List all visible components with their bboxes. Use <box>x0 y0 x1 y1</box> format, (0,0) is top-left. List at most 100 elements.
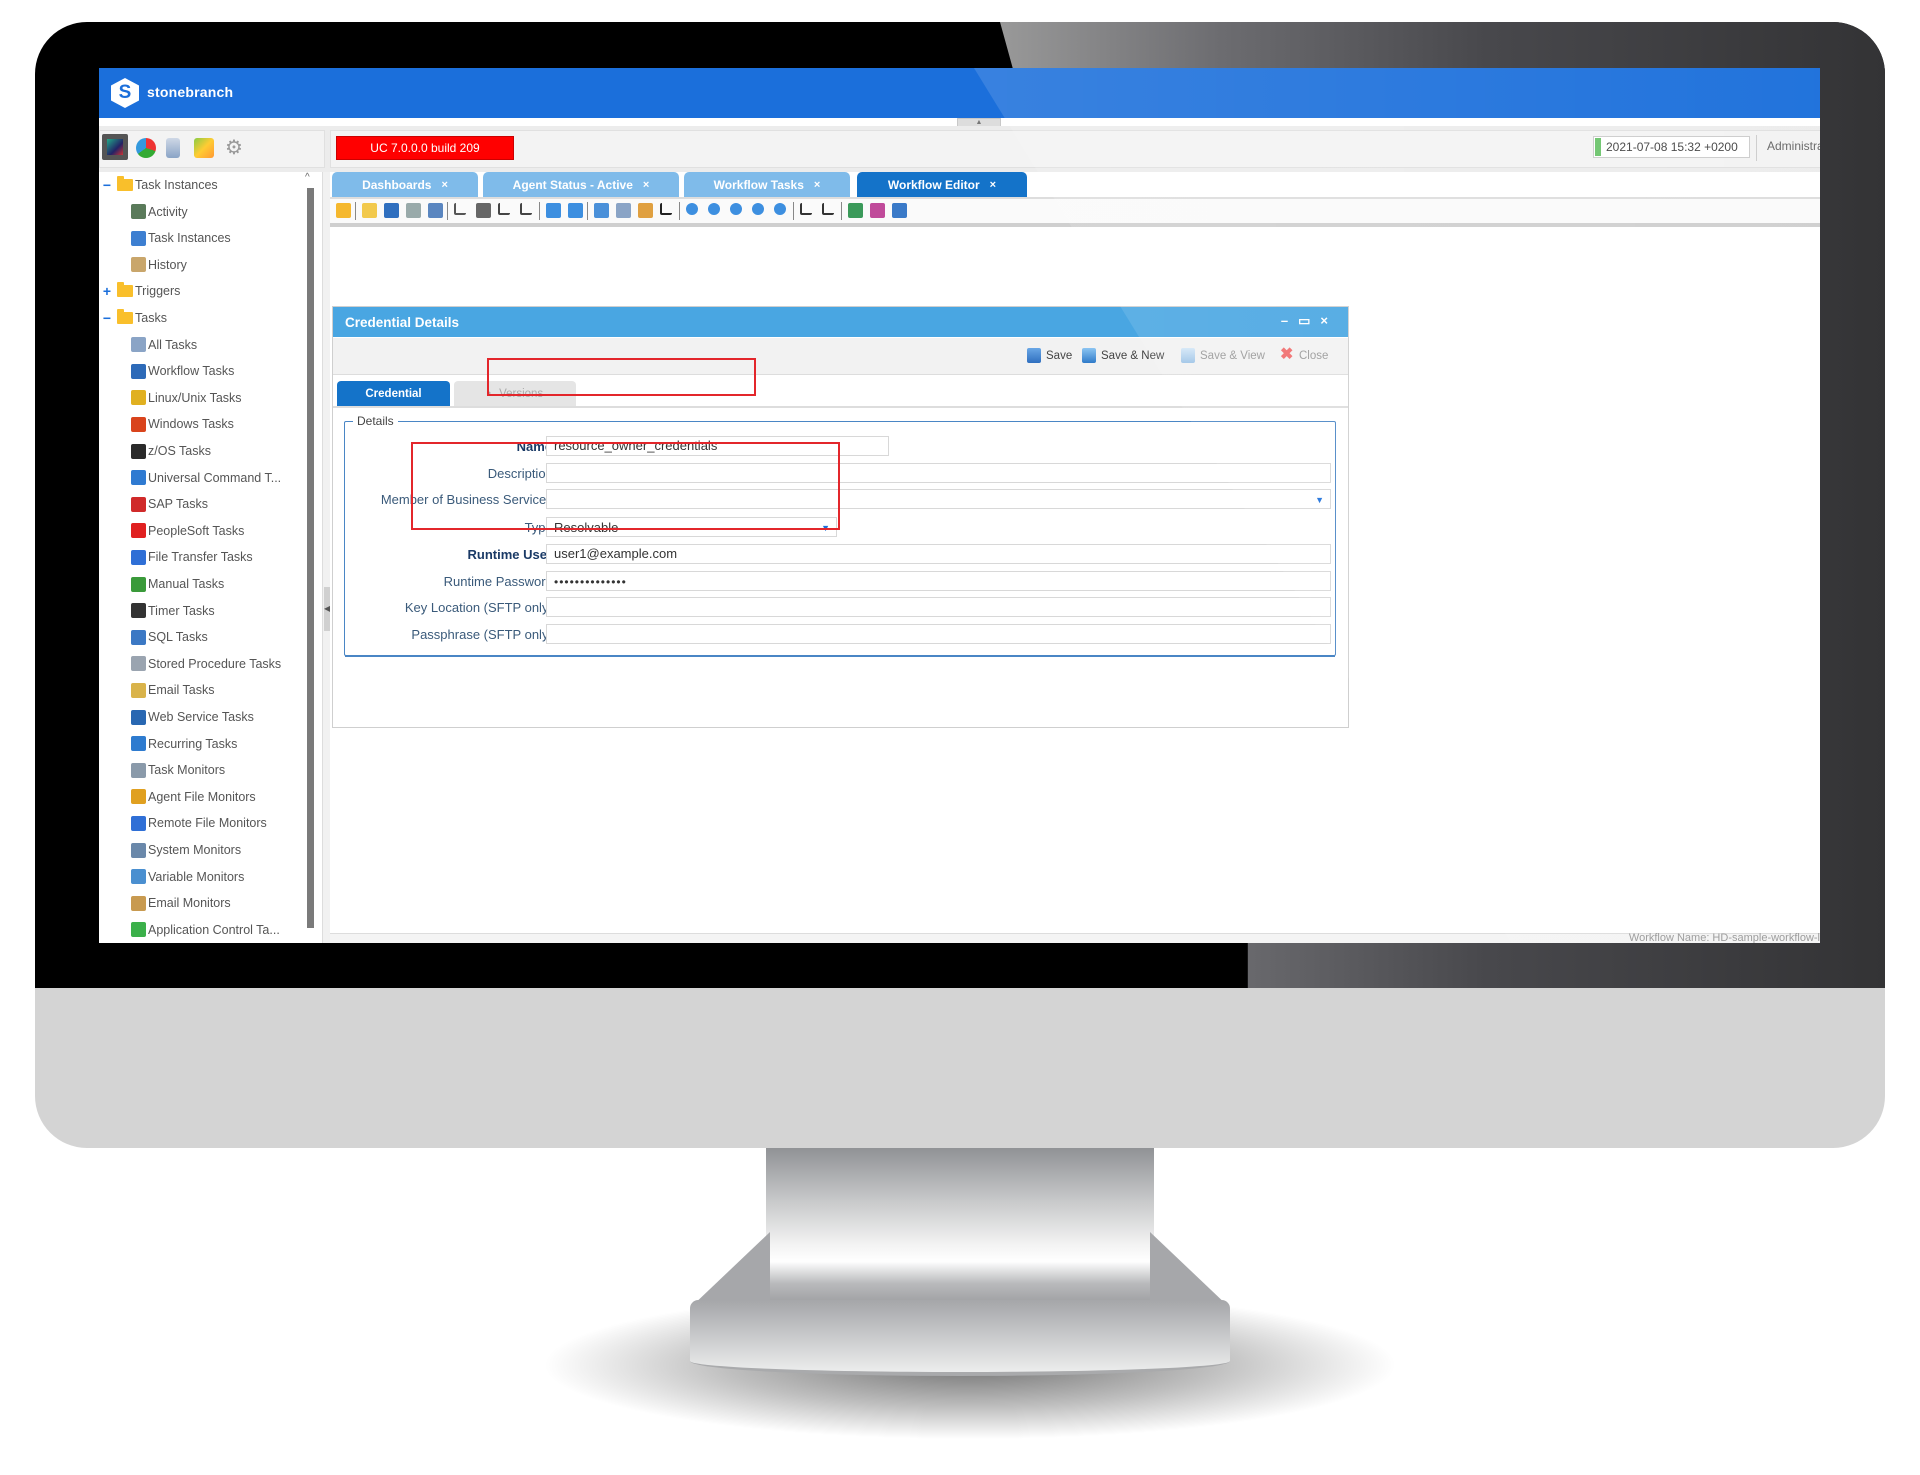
close-icon[interactable]: × <box>643 179 649 191</box>
bundles-icon[interactable] <box>194 138 214 158</box>
zoom-fit-icon[interactable] <box>752 203 764 215</box>
key-location-input[interactable] <box>546 597 1331 617</box>
expand-icon[interactable]: + <box>101 283 113 299</box>
sidebar-item-task-instances[interactable]: − Task Instances <box>101 173 218 197</box>
sidebar-item-universal-command-t[interactable]: Universal Command T... <box>131 466 281 490</box>
server-datetime: 2021-07-08 15:32 +0200 <box>1593 136 1750 158</box>
sidebar-item-peoplesoft-tasks[interactable]: PeopleSoft Tasks <box>131 519 244 543</box>
sidebar-item-manual-tasks[interactable]: Manual Tasks <box>131 572 224 596</box>
close-icon[interactable]: × <box>814 179 820 191</box>
sidebar-item-web-service-tasks[interactable]: Web Service Tasks <box>131 705 254 729</box>
name-input[interactable] <box>546 436 889 456</box>
select-pointer-icon[interactable] <box>454 203 466 215</box>
sidebar-item-sap-tasks[interactable]: SAP Tasks <box>131 492 208 516</box>
scrollbar-thumb[interactable] <box>307 188 314 928</box>
tab-agent-status-active[interactable]: Agent Status - Active × <box>483 172 679 197</box>
cut-icon[interactable] <box>594 203 609 218</box>
save-and-view-button[interactable]: Save & View <box>1181 348 1265 363</box>
sidebar-item-workflow-tasks[interactable]: Workflow Tasks <box>131 359 234 383</box>
sidebar-item-all-tasks[interactable]: All Tasks <box>131 333 197 357</box>
tree-item-label: Task Instances <box>135 178 218 192</box>
window-title-bar[interactable]: Credential Details –▭× <box>333 307 1348 337</box>
sidebar-item-triggers[interactable]: + Triggers <box>101 279 180 303</box>
datetime-text: 2021-07-08 15:32 +0200 <box>1606 140 1738 154</box>
save-button[interactable]: Save <box>1027 348 1072 363</box>
save-icon[interactable] <box>384 203 399 218</box>
horizontal-layout-icon[interactable] <box>800 203 812 215</box>
vertical-layout-icon[interactable] <box>822 203 834 215</box>
sidebar-item-email-tasks[interactable]: Email Tasks <box>131 678 214 702</box>
minimize-icon[interactable]: – <box>1281 313 1298 328</box>
business-services-select[interactable]: ▼ <box>546 489 1331 509</box>
runtime-user-input[interactable] <box>546 544 1331 564</box>
close-window-icon[interactable]: × <box>1320 313 1338 328</box>
zoom-icon[interactable] <box>686 203 698 215</box>
collapse-icon[interactable]: − <box>101 310 113 326</box>
collapse-icon[interactable]: − <box>101 177 113 193</box>
print-icon[interactable] <box>406 203 421 218</box>
close-icon[interactable]: × <box>990 179 996 191</box>
zoom-out-icon[interactable] <box>730 203 742 215</box>
save-and-new-button[interactable]: Save & New <box>1082 348 1164 363</box>
tab-dashboards[interactable]: Dashboards × <box>332 172 478 197</box>
delete-icon[interactable] <box>660 203 672 215</box>
gear-icon[interactable]: ⚙ <box>224 138 244 158</box>
sidebar-item-agent-file-monitors[interactable]: Agent File Monitors <box>131 785 256 809</box>
sidebar-item-history[interactable]: History <box>131 253 187 277</box>
sidebar-item-windows-tasks[interactable]: Windows Tasks <box>131 412 234 436</box>
paste-icon[interactable] <box>638 203 653 218</box>
pan-hand-icon[interactable] <box>476 203 491 218</box>
tree-item-label: Recurring Tasks <box>148 736 238 751</box>
find-icon[interactable] <box>428 203 443 218</box>
sidebar-item-recurring-tasks[interactable]: Recurring Tasks <box>131 732 237 756</box>
sidebar-item-task-instances[interactable]: Task Instances <box>131 226 231 250</box>
sidebar-item-stored-procedure-tasks[interactable]: Stored Procedure Tasks <box>131 652 281 676</box>
sidebar-item-activity[interactable]: Activity <box>131 200 188 224</box>
sidebar-item-file-transfer-tasks[interactable]: File Transfer Tasks <box>131 545 253 569</box>
activity-monitor-icon[interactable] <box>102 134 128 160</box>
sidebar-item-remote-file-monitors[interactable]: Remote File Monitors <box>131 811 267 835</box>
sidebar-item-tasks[interactable]: − Tasks <box>101 306 167 330</box>
sidebar-item-system-monitors[interactable]: System Monitors <box>131 838 241 862</box>
redo-icon[interactable] <box>568 203 583 218</box>
remote-file-monitor-icon <box>131 815 146 831</box>
versions-icon: ● <box>486 390 492 397</box>
sidebar-scrollbar[interactable]: ^ <box>303 172 317 943</box>
connector-icon[interactable] <box>498 203 510 215</box>
sidebar-item-sql-tasks[interactable]: SQL Tasks <box>131 625 208 649</box>
monitor-icon[interactable] <box>892 203 907 218</box>
zoom-actual-icon[interactable] <box>774 203 786 215</box>
tab-credential[interactable]: Credential <box>337 381 450 406</box>
line-icon[interactable] <box>520 203 532 215</box>
type-select[interactable]: Resolvable ▼ <box>546 517 837 537</box>
runtime-password-input[interactable]: •••••••••••••• <box>546 571 1331 591</box>
maximize-icon[interactable]: ▭ <box>1298 313 1320 328</box>
key-location-label: Key Location (SFTP only) : <box>404 600 560 615</box>
description-input[interactable] <box>546 463 1331 483</box>
open-folder-icon[interactable] <box>362 203 377 218</box>
zoom-in-icon[interactable] <box>708 203 720 215</box>
tab-versions[interactable]: ● Versions <box>454 381 576 406</box>
sidebar-item-variable-monitors[interactable]: Variable Monitors <box>131 865 244 889</box>
sidebar-item-task-monitors[interactable]: Task Monitors <box>131 758 225 782</box>
reports-icon[interactable] <box>166 138 180 158</box>
sidebar-item-email-monitors[interactable]: Email Monitors <box>131 891 231 915</box>
copy-icon[interactable] <box>616 203 631 218</box>
close-button[interactable]: ✖ Close <box>1280 347 1328 363</box>
scroll-up-icon[interactable]: ^ <box>305 172 310 183</box>
sidebar-item-application-control-ta[interactable]: Application Control Ta... <box>131 918 280 942</box>
tab-workflow-tasks[interactable]: Workflow Tasks × <box>684 172 850 197</box>
pie-chart-icon[interactable] <box>136 138 156 158</box>
export-icon[interactable] <box>848 203 863 218</box>
sidebar-item-z-os-tasks[interactable]: z/OS Tasks <box>131 439 211 463</box>
up-arrow-icon[interactable] <box>336 203 351 218</box>
properties-icon[interactable] <box>870 203 885 218</box>
close-icon[interactable]: × <box>441 179 447 191</box>
tab-workflow-editor[interactable]: Workflow Editor × <box>857 172 1027 197</box>
sidebar-item-linux-unix-tasks[interactable]: Linux/Unix Tasks <box>131 386 242 410</box>
user-menu[interactable]: Administrator▼ <box>1767 139 1820 153</box>
runtime-password-label: Runtime Password : <box>443 574 560 589</box>
undo-icon[interactable] <box>546 203 561 218</box>
sidebar-item-timer-tasks[interactable]: Timer Tasks <box>131 599 215 623</box>
passphrase-input[interactable] <box>546 624 1331 644</box>
